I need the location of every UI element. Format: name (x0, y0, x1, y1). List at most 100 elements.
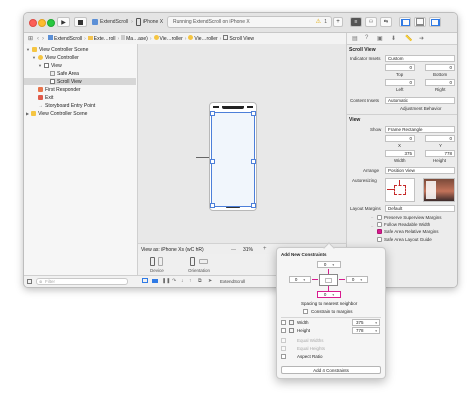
step-over-icon[interactable]: ↷ (172, 278, 176, 284)
version-editor-button[interactable]: ⇆ (380, 17, 392, 27)
scroll-view-selection[interactable] (210, 111, 256, 208)
location-icon[interactable]: ➤ (208, 278, 212, 284)
x-field[interactable]: 0 (385, 135, 415, 142)
leading-strut[interactable] (312, 279, 318, 280)
run-button[interactable]: ▶ (57, 17, 70, 27)
zoom-out-button[interactable]: — (231, 247, 236, 253)
width-value-field[interactable]: 375 ▾ (352, 319, 380, 326)
assistant-editor-button[interactable]: ⚇ (365, 17, 377, 27)
bottom-constraint-field[interactable]: 0 ▾ (317, 291, 341, 298)
debug-toggle[interactable] (414, 17, 426, 27)
top-constraint-field[interactable]: 0 ▾ (317, 261, 341, 268)
iphone-frame[interactable] (209, 102, 257, 211)
forward-icon[interactable]: › (42, 36, 44, 42)
equal-widths-checkbox[interactable] (281, 338, 286, 343)
jump-item-controller[interactable]: Vie…roller (188, 35, 218, 42)
file-inspector-icon[interactable]: ▤ (352, 35, 358, 42)
outline-row[interactable]: Safe Area (50, 70, 79, 77)
toggle-outline-icon[interactable] (27, 279, 32, 284)
pause-icon[interactable]: ❚❚ (162, 278, 170, 284)
height-field[interactable]: 778 (425, 150, 455, 157)
view-as-toggle[interactable]: View as: iPhone Xs (wC hR) (141, 247, 204, 253)
view-hierarchy-icon[interactable]: ⧉ (198, 278, 202, 284)
step-out-icon[interactable]: ↑ (189, 278, 192, 284)
preserve-margins-checkbox[interactable] (377, 215, 382, 220)
outline-row[interactable]: ▼ View Controller Scene (26, 46, 88, 53)
related-items-icon[interactable]: ⊞ (28, 35, 33, 42)
equal-heights-checkbox[interactable] (281, 346, 286, 351)
safe-area-guide-checkbox[interactable] (377, 237, 382, 242)
jump-item-folder[interactable]: Exte…roll (87, 35, 115, 42)
indicator-right-field[interactable]: 0 (425, 79, 455, 86)
width-field[interactable]: 375 (385, 150, 415, 157)
jump-item-project[interactable]: ExtendScroll (48, 35, 82, 42)
standard-editor-button[interactable]: ≡ (350, 17, 362, 27)
leading-constraint-field[interactable]: 0 ▾ (289, 276, 311, 283)
autoresizing-mask[interactable] (385, 178, 415, 202)
back-icon[interactable]: ‹ (37, 36, 39, 42)
interface-builder-canvas[interactable]: View as: iPhone Xs (wC hR) — 31% + ⇥ ⊟ ⊞… (138, 44, 346, 275)
resize-handle-mr[interactable] (251, 159, 256, 164)
height-value-field[interactable]: 778 ▾ (352, 327, 380, 334)
indicator-bottom-field[interactable]: 0 (425, 64, 455, 71)
zoom-window-button[interactable] (47, 19, 55, 27)
size-inspector-icon[interactable]: 📏 (405, 35, 412, 42)
arrange-select[interactable]: Position View (385, 167, 455, 174)
navigator-toggle[interactable] (399, 17, 411, 27)
content-insets-select[interactable]: Automatic (385, 97, 455, 104)
resize-handle-ml[interactable] (210, 159, 215, 164)
portrait-icon[interactable] (190, 257, 195, 266)
library-button[interactable]: + (333, 17, 343, 27)
outline-row[interactable]: ▼ View Controller (32, 54, 79, 61)
device-phone-alt-icon[interactable] (158, 257, 163, 266)
safe-area-relative-checkbox[interactable] (377, 229, 382, 234)
utilities-toggle[interactable] (429, 17, 441, 27)
constrain-margins-checkbox[interactable] (303, 309, 308, 314)
height-checkbox[interactable] (281, 328, 286, 333)
resize-handle-bl[interactable] (210, 203, 215, 208)
outline-row-selected[interactable]: Scroll View (24, 78, 136, 85)
attributes-inspector-icon[interactable]: ⬇ (391, 35, 396, 42)
follow-readable-checkbox[interactable] (377, 222, 382, 227)
width-checkbox[interactable] (281, 320, 286, 325)
minimize-window-button[interactable] (38, 19, 46, 27)
jump-item-storyboard[interactable]: Ma…ase) (121, 35, 148, 42)
outline-row[interactable]: ▼ View (38, 62, 62, 69)
show-select[interactable]: Frame Rectangle (385, 126, 455, 133)
scheme-selector[interactable]: ExtendScroll › iPhone X (92, 17, 163, 27)
device-name: iPhone X (142, 19, 164, 25)
resize-handle-tr[interactable] (251, 111, 256, 116)
layout-margins-select[interactable]: Default (385, 205, 455, 212)
breakpoint-icon[interactable] (152, 279, 158, 283)
trailing-constraint-field[interactable]: 0 ▾ (346, 276, 368, 283)
identity-inspector-icon[interactable]: ▣ (377, 35, 383, 42)
outline-row[interactable]: First Responder (38, 86, 81, 93)
landscape-icon[interactable] (199, 259, 208, 264)
connections-inspector-icon[interactable]: ➜ (419, 35, 424, 42)
height-label: Height (433, 158, 447, 163)
resize-handle-br[interactable] (251, 203, 256, 208)
indicator-insets-select[interactable]: Custom (385, 55, 455, 62)
zoom-in-button[interactable]: + (263, 246, 267, 252)
height-value: 778 (444, 151, 452, 156)
device-phone-icon[interactable] (150, 257, 155, 266)
step-in-icon[interactable]: ↓ (181, 278, 184, 284)
trailing-strut[interactable] (339, 279, 345, 280)
outline-row[interactable]: ▶ View Controller Scene (26, 110, 87, 117)
close-window-button[interactable] (29, 19, 37, 27)
filter-field[interactable]: ⊜ Filter (36, 278, 128, 285)
resize-handle-tl[interactable] (210, 111, 215, 116)
debug-area-icon[interactable] (142, 278, 148, 283)
jump-item-scene[interactable]: Vie…roller (153, 35, 183, 42)
y-field[interactable]: 0 (425, 135, 455, 142)
jump-item-view[interactable]: Scroll View (223, 35, 254, 42)
indicator-left-field[interactable]: 0 (385, 79, 415, 86)
aspect-ratio-checkbox[interactable] (281, 354, 286, 359)
stop-button[interactable] (74, 17, 87, 27)
outline-row[interactable]: → Storyboard Entry Point (38, 102, 95, 109)
add-constraints-button[interactable]: Add 4 Constraints (281, 366, 381, 374)
outline-row[interactable]: Exit (38, 94, 53, 101)
autoresizing-inner-box (394, 185, 406, 195)
indicator-top-field[interactable]: 0 (385, 64, 415, 71)
quick-help-icon[interactable]: ? (365, 35, 368, 41)
